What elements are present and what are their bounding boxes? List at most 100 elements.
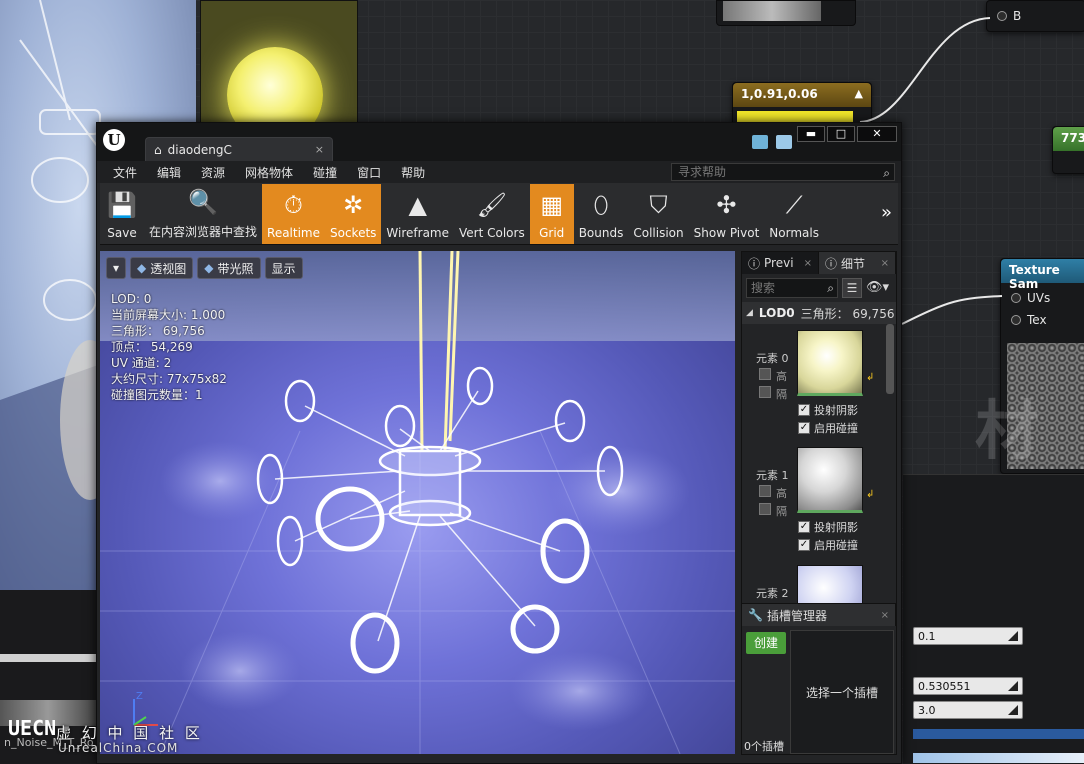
isolate-checkbox[interactable] — [759, 386, 771, 398]
tab-socket-manager[interactable]: 🔧 插槽管理器 × — [742, 604, 896, 626]
menu-file[interactable]: 文件 — [103, 164, 147, 181]
details-search-row: 搜索 ⌕ ☰ 👁▾ — [742, 274, 896, 302]
isolate-checkbox[interactable] — [759, 503, 771, 515]
static-mesh-editor-window[interactable]: U ⌂ diaodengC × ▬ □ ✕ 文件 编辑 资源 网格物体 碰撞 窗… — [96, 122, 902, 764]
enable-collision-row[interactable]: ✓ 启用碰撞 — [798, 537, 858, 553]
toolbar-button-label: 在内容浏览器中查找 — [149, 225, 258, 239]
normals-icon: ⟋ — [785, 191, 803, 219]
toolbar-button-label: Vert Colors — [459, 226, 525, 240]
watermark-site: UnrealChina.COM — [58, 741, 179, 755]
highlight-checkbox[interactable] — [759, 485, 771, 497]
toolbar-button-sockets[interactable]: ✲ Sockets — [325, 184, 382, 244]
background-node-texture[interactable] — [716, 0, 856, 26]
checkbox-checked-icon[interactable]: ✓ — [798, 422, 810, 434]
cast-shadow-row[interactable]: ✓ 投射阴影 — [798, 519, 858, 535]
eye-icon[interactable]: 👁▾ — [866, 278, 892, 298]
element-0-row: 元素 0 高 隔 ↲ ✓ 投射阴影 ✓ 启用碰撞 — [742, 330, 896, 448]
highlight-checkbox[interactable] — [759, 368, 771, 380]
tab-preview[interactable]: ⓘ Previ × — [742, 252, 819, 274]
show-button[interactable]: 显示 — [264, 257, 303, 279]
checkbox-checked-icon[interactable]: ✓ — [798, 404, 810, 416]
toolbar-button-bounds[interactable]: ⬯ Bounds — [574, 184, 629, 244]
menu-window[interactable]: 窗口 — [347, 164, 391, 181]
grid-icon: ▦ — [540, 191, 564, 219]
material-thumbnail-2[interactable] — [797, 565, 863, 605]
toolbar-more-icon[interactable]: » — [881, 202, 892, 223]
menu-asset[interactable]: 资源 — [191, 164, 235, 181]
toolbar-button-normals[interactable]: ⟋ Normals — [764, 184, 824, 244]
perspective-button[interactable]: ◆ 透视图 — [130, 257, 194, 279]
toolbar-button-realtime[interactable]: ⏱ Realtime — [262, 184, 325, 244]
tab-close-icon[interactable]: × — [881, 258, 889, 269]
checkbox-checked-icon[interactable]: ✓ — [798, 521, 810, 533]
tab-close-icon[interactable]: × — [804, 258, 812, 269]
create-socket-button[interactable]: 创建 — [746, 632, 786, 654]
window-controls: ▬ □ ✕ — [797, 126, 897, 142]
socket-list[interactable]: 选择一个插槽 — [790, 630, 894, 754]
reset-arrow-icon[interactable]: ↲ — [866, 372, 874, 383]
resize-corner-icon — [1008, 681, 1018, 691]
reset-arrow-icon[interactable]: ↲ — [866, 489, 874, 500]
material-thumbnail-1[interactable] — [797, 447, 863, 513]
find-in-content-browser-button[interactable]: 🔍 在内容浏览器中查找 — [144, 184, 262, 244]
property-field-2[interactable]: 0.530551 — [913, 677, 1023, 695]
toolbar-button-vert-colors[interactable]: 🖌 Vert Colors — [454, 184, 530, 244]
toolbar-button-grid[interactable]: ▦ Grid — [529, 184, 574, 244]
window-titlebar[interactable]: U ⌂ diaodengC × ▬ □ ✕ — [97, 123, 901, 161]
document-tab[interactable]: ⌂ diaodengC × — [145, 137, 333, 161]
lit-mode-button[interactable]: ◆ 带光照 — [197, 257, 261, 279]
material-thumbnail-0[interactable] — [797, 330, 863, 396]
menu-collision[interactable]: 碰撞 — [303, 164, 347, 181]
stopwatch-icon: ⏱ — [284, 191, 303, 219]
close-button[interactable]: ✕ — [857, 126, 897, 142]
resize-corner-icon — [1008, 705, 1018, 715]
box-icon[interactable] — [776, 135, 792, 149]
menu-edit[interactable]: 编辑 — [147, 164, 191, 181]
toolbar-button-collision[interactable]: ⛉ Collision — [628, 184, 688, 244]
socket-count: 0个插槽 — [744, 740, 784, 753]
toolbar-button-show-pivot[interactable]: ✣ Show Pivot — [689, 184, 765, 244]
lod0-category[interactable]: ◢ LOD0 三角形： 69,756 — [742, 302, 896, 324]
property-field-1[interactable]: 0.1 — [913, 627, 1023, 645]
minimize-button[interactable]: ▬ — [797, 126, 825, 142]
help-search-input[interactable]: 寻求帮助 ⌕ — [671, 163, 895, 181]
details-search-input[interactable]: 搜索 ⌕ — [746, 278, 838, 298]
title-icons — [752, 135, 792, 149]
stat-collision-primitives: 碰撞图元数量：1 — [111, 388, 203, 402]
menu-mesh[interactable]: 网格物体 — [235, 164, 303, 181]
toolbar-button-save[interactable]: 💾 Save — [100, 184, 144, 244]
toolbar-button-label: Save — [107, 226, 137, 240]
element-1-row: 元素 1 高 隔 ↲ ✓ 投射阴影 ✓ 启用碰撞 — [742, 447, 896, 565]
tab-close-icon[interactable]: × — [315, 143, 324, 156]
enable-collision-row[interactable]: ✓ 启用碰撞 — [798, 420, 858, 436]
property-field-3[interactable]: 3.0 — [913, 701, 1023, 719]
stat-lod: LOD: 0 — [111, 292, 152, 306]
collision-icon: ⛉ — [649, 191, 668, 219]
stat-screen-size: 当前屏幕大小: 1.000 — [111, 308, 226, 322]
menu-bar: 文件 编辑 资源 网格物体 碰撞 窗口 帮助 寻求帮助 ⌕ — [97, 161, 901, 183]
watermark-chinese: 虚 幻 中 国 社 区 — [56, 724, 203, 742]
search-icon: ⌕ — [883, 166, 890, 180]
toolbar-button-wireframe[interactable]: ▲ Wireframe — [381, 184, 454, 244]
toolbar-button-label: Collision — [633, 226, 684, 240]
editor-toolbar: 💾 Save 🔍 在内容浏览器中查找 ⏱ Realtime ✲ Sockets ▲ Wirefra… — [100, 183, 898, 245]
svg-text:Z: Z — [136, 691, 143, 702]
stat-triangles: 三角形： 69,756 — [111, 324, 205, 338]
info-icon: ⓘ — [825, 256, 838, 271]
menu-help[interactable]: 帮助 — [391, 164, 435, 181]
viewport-options-button[interactable]: ▾ — [106, 257, 127, 279]
wireframe-icon: ▲ — [408, 191, 427, 219]
list-view-icon[interactable]: ☰ — [842, 278, 862, 298]
tab-close-icon[interactable]: × — [881, 610, 889, 621]
search-icon: ⌕ — [827, 281, 834, 295]
toolbar-button-label: Grid — [539, 226, 565, 240]
cast-shadow-row[interactable]: ✓ 投射阴影 — [798, 402, 858, 418]
tab-details[interactable]: ⓘ 细节 × — [819, 252, 896, 274]
chat-icon[interactable] — [752, 135, 768, 149]
stat-uv-channels: UV 通道: 2 — [111, 356, 172, 370]
mesh-viewport[interactable]: ▾ ◆ 透视图 ◆ 带光照 显示 LOD: 0 当前屏幕大小: 1.000 三角… — [100, 251, 735, 754]
cube-icon: ◆ — [137, 261, 147, 275]
maximize-button[interactable]: □ — [827, 126, 855, 142]
socket-icon: ✲ — [343, 191, 364, 219]
checkbox-checked-icon[interactable]: ✓ — [798, 539, 810, 551]
